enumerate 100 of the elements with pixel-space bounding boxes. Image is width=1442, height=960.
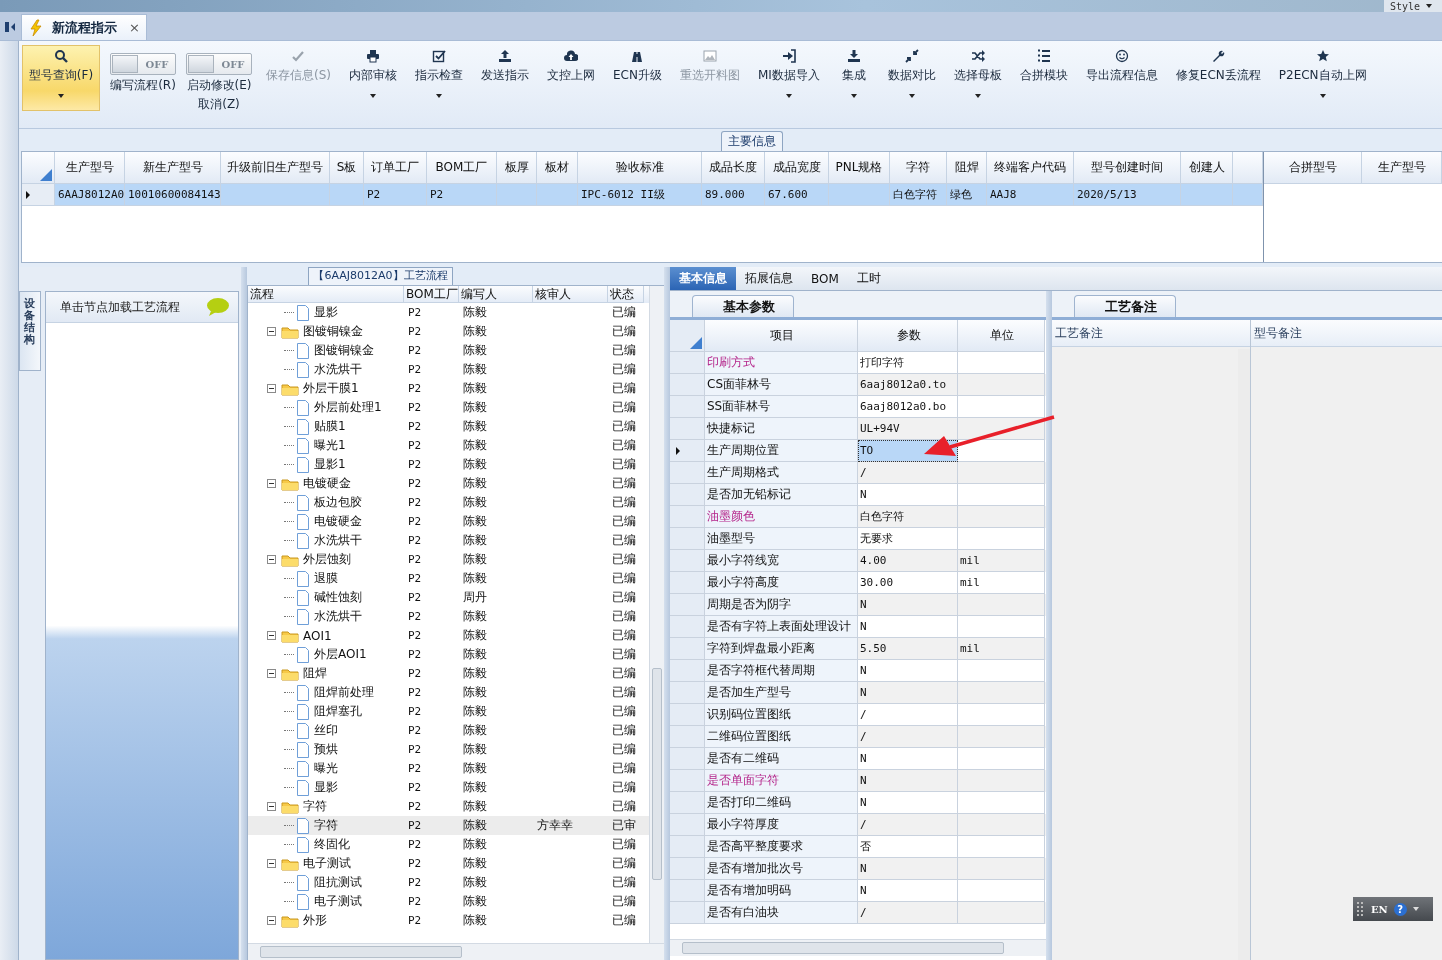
ribbon-button[interactable]: ECN升级 xyxy=(609,45,666,111)
document-tab[interactable]: 新流程指示 × xyxy=(21,14,147,40)
tree-row[interactable]: 图镀铜镍金 P2 陈毅 已编 xyxy=(248,322,649,341)
tree-row[interactable]: 阻焊前处理 P2 陈毅 已编 xyxy=(248,683,649,702)
tab[interactable]: 工时 xyxy=(847,267,890,290)
section-tab[interactable]: 工艺备注 xyxy=(1074,295,1176,317)
table-row[interactable]: 是否有白油块 / xyxy=(670,902,1046,924)
table-row[interactable]: 周期是否为阴字 N xyxy=(670,594,1046,616)
tree-row[interactable]: 电子测试 P2 陈毅 已编 xyxy=(248,854,649,873)
table-row[interactable]: 油墨型号 无要求 xyxy=(670,528,1046,550)
table-row[interactable]: 是否有增加明码 N xyxy=(670,880,1046,902)
column-header[interactable]: 流程 xyxy=(248,286,404,303)
table-row[interactable]: 二维码位置图纸 / xyxy=(670,726,1046,748)
column-header[interactable]: S板 xyxy=(330,152,364,184)
column-header[interactable]: 型号备注 xyxy=(1251,320,1442,347)
tree-row[interactable]: 水洗烘干 P2 陈毅 已编 xyxy=(248,360,649,379)
tree-row[interactable]: 显影1 P2 陈毅 已编 xyxy=(248,455,649,474)
tree-row[interactable]: 字符 P2 陈毅 方幸幸 已审 xyxy=(248,816,649,835)
table-row[interactable]: 是否字符框代替周期 N xyxy=(670,660,1046,682)
splitter-handle[interactable] xyxy=(241,267,247,960)
column-header[interactable]: 状态 xyxy=(608,286,644,303)
table-row[interactable]: 是否有字符上表面处理设计 N xyxy=(670,616,1046,638)
column-header[interactable]: 成品宽度 xyxy=(765,152,829,184)
tree-row[interactable]: 电镀硬金 P2 陈毅 已编 xyxy=(248,512,649,531)
table-row[interactable]: 生产周期位置 TO xyxy=(670,440,1046,462)
ribbon-button[interactable]: 型号查询(F) xyxy=(22,45,100,111)
tree-row[interactable]: 碱性蚀刻 P2 周丹 已编 xyxy=(248,588,649,607)
column-header[interactable]: BOM工厂 xyxy=(427,152,497,184)
table-row[interactable]: 是否打印二维码 N xyxy=(670,792,1046,814)
ribbon-button[interactable]: P2ECN自动上网 xyxy=(1274,45,1371,111)
column-header[interactable]: PNL规格 xyxy=(829,152,890,184)
tree-row[interactable]: 外层AOI1 P2 陈毅 已编 xyxy=(248,645,649,664)
table-row[interactable]: 最小字符高度 30.00 mil xyxy=(670,572,1046,594)
column-header[interactable]: 升级前旧生产型号 xyxy=(221,152,330,184)
side-tab[interactable]: 设备结构 xyxy=(19,291,41,371)
column-header[interactable]: 终端客户代码 xyxy=(987,152,1074,184)
tree-row[interactable]: 预烘 P2 陈毅 已编 xyxy=(248,740,649,759)
splitter-handle[interactable] xyxy=(1046,291,1052,960)
column-header[interactable]: 项目 xyxy=(705,320,858,352)
table-cell[interactable]: / xyxy=(858,902,958,924)
tab[interactable]: BOM xyxy=(802,267,848,290)
table-row[interactable]: 快捷标记 UL+94V xyxy=(670,418,1046,440)
tab[interactable]: 拓展信息 xyxy=(736,267,802,290)
table-row[interactable]: 是否有二维码 N xyxy=(670,748,1046,770)
column-header[interactable]: 核审人 xyxy=(533,286,608,303)
tree-row[interactable]: 曝光1 P2 陈毅 已编 xyxy=(248,436,649,455)
horizontal-scrollbar[interactable] xyxy=(670,939,1046,956)
table-row[interactable]: 识别码位置图纸 / xyxy=(670,704,1046,726)
close-button[interactable]: × xyxy=(129,20,140,35)
column-header[interactable]: 创建人 xyxy=(1181,152,1233,184)
column-header[interactable]: 阻焊 xyxy=(947,152,987,184)
table-row[interactable]: 是否有增加批次号 N xyxy=(670,858,1046,880)
column-header[interactable]: 参数 xyxy=(858,320,958,352)
tree-row[interactable]: 贴膜1 P2 陈毅 已编 xyxy=(248,417,649,436)
tree-row[interactable]: 显影 P2 陈毅 已编 xyxy=(248,303,649,322)
ribbon-button[interactable]: 修复ECN丢流程 xyxy=(1171,45,1265,111)
table-row[interactable]: 油墨颜色 白色字符 xyxy=(670,506,1046,528)
tree-row[interactable]: 水洗烘干 P2 陈毅 已编 xyxy=(248,607,649,626)
tree-row[interactable]: 终固化 P2 陈毅 已编 xyxy=(248,835,649,854)
ribbon-button[interactable]: 发送指示 xyxy=(477,45,533,111)
tree-row[interactable]: 阻抗测试 P2 陈毅 已编 xyxy=(248,873,649,892)
column-header[interactable]: 订单工厂 xyxy=(364,152,427,184)
ribbon-button[interactable]: 数据对比 xyxy=(883,45,940,111)
help-icon[interactable]: ? xyxy=(1393,902,1407,916)
select-all-corner[interactable] xyxy=(22,152,55,184)
column-header[interactable]: 编写人 xyxy=(459,286,533,303)
column-header[interactable]: 新生产型号 xyxy=(125,152,221,184)
vertical-scrollbar[interactable] xyxy=(649,286,664,944)
tree-row[interactable]: 显影 P2 陈毅 已编 xyxy=(248,778,649,797)
table-row[interactable]: 是否单面字符 N xyxy=(670,770,1046,792)
column-header[interactable]: 生产型号 xyxy=(1362,152,1442,184)
column-header[interactable]: 验收标准 xyxy=(578,152,702,184)
table-row[interactable]: 印刷方式 打印字符 xyxy=(670,352,1046,374)
column-header[interactable]: 型号创建时间 xyxy=(1074,152,1181,184)
table-row[interactable]: 是否高平整度要求 否 xyxy=(670,836,1046,858)
ribbon-button[interactable]: 选择母板 xyxy=(949,45,1006,111)
row-header[interactable] xyxy=(670,440,705,462)
column-header[interactable] xyxy=(1233,152,1263,184)
input-method-bar[interactable]: EN ? xyxy=(1353,897,1433,921)
column-header[interactable]: 生产型号 xyxy=(55,152,125,184)
ribbon-button[interactable]: MI数据导入 xyxy=(753,45,824,111)
table-row[interactable]: 最小字符线宽 4.00 mil xyxy=(670,550,1046,572)
tree-row[interactable]: 阻焊 P2 陈毅 已编 xyxy=(248,664,649,683)
column-header[interactable]: 字符 xyxy=(890,152,947,184)
tree-row[interactable]: 图镀铜镍金 P2 陈毅 已编 xyxy=(248,341,649,360)
ribbon-button[interactable]: 文控上网 xyxy=(543,45,599,111)
table-row[interactable]: 生产周期格式 / xyxy=(670,462,1046,484)
ribbon-button[interactable]: 内部审核 xyxy=(345,45,401,111)
column-header[interactable]: 成品长度 xyxy=(702,152,765,184)
table-row[interactable]: 6AAJ8012A0 10010600084143 P2 P2 IPC-6012 II级 89.000 67.600 白色字符 绿色 AAJ8 2020/5/13 xyxy=(22,184,1263,206)
style-menu[interactable]: Style xyxy=(1383,0,1442,12)
cancel-button[interactable]: 取消(Z) xyxy=(198,96,240,113)
table-row[interactable]: 是否加生产型号 N xyxy=(670,682,1046,704)
tree-row[interactable]: AOI1 P2 陈毅 已编 xyxy=(248,626,649,645)
column-header[interactable]: 板厚 xyxy=(497,152,537,184)
column-header[interactable]: BOM工厂 xyxy=(404,286,459,303)
tree-row[interactable]: 曝光 P2 陈毅 已编 xyxy=(248,759,649,778)
table-row[interactable]: 字符到焊盘最小距离 5.50 mil xyxy=(670,638,1046,660)
tree-row[interactable]: 字符 P2 陈毅 已编 xyxy=(248,797,649,816)
ribbon-button[interactable]: 合拼模块 xyxy=(1015,45,1072,111)
